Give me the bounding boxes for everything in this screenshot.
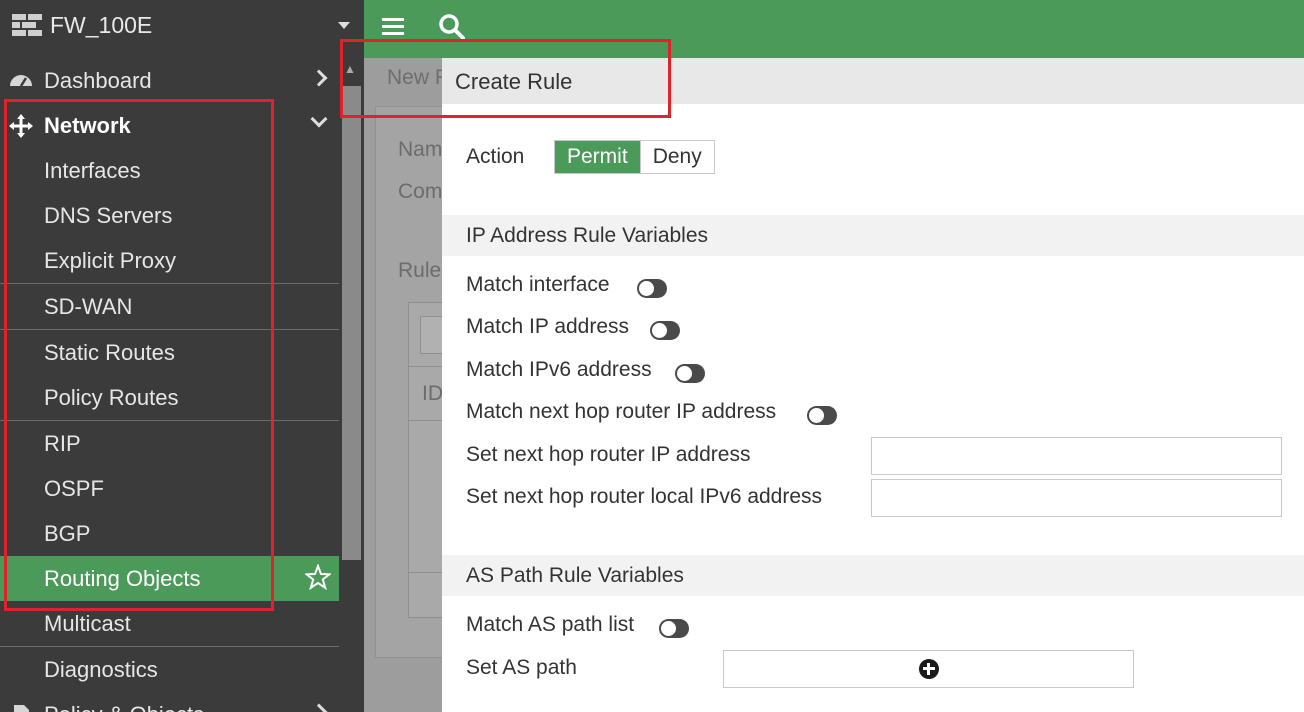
chevron-right-icon [310, 69, 328, 87]
sidebar-item-multicast[interactable]: Multicast [0, 601, 339, 646]
sidebar: FW_100E Dashboard Network Interfaces DNS… [0, 0, 364, 712]
match-ip-address-toggle[interactable] [650, 321, 680, 340]
background-create-button [420, 316, 444, 354]
sidebar-item-label: Static Routes [44, 339, 175, 365]
ip-section-title: IP Address Rule Variables [466, 224, 709, 247]
match-ip-address-label: Match IP address [466, 315, 630, 338]
sidebar-item-label: BGP [44, 520, 91, 546]
sidebar-item-rip[interactable]: RIP [0, 421, 339, 466]
dashboard-icon [10, 75, 32, 87]
match-as-path-list-label: Match AS path list [466, 613, 635, 636]
background-id-header: ID [422, 382, 443, 405]
sidebar-menu: FW_100E Dashboard Network Interfaces DNS… [0, 0, 364, 712]
set-next-hop-ip-input[interactable] [871, 437, 1282, 475]
match-next-hop-label: Match next hop router IP address [466, 400, 777, 423]
match-ipv6-address-toggle[interactable] [675, 364, 705, 383]
background-name-label: Nam [398, 138, 443, 161]
sidebar-item-dns-servers[interactable]: DNS Servers [0, 193, 339, 238]
match-as-path-list-toggle[interactable] [659, 619, 689, 638]
sidebar-item-label: Diagnostics [44, 656, 158, 682]
sidebar-item-explicit-proxy[interactable]: Explicit Proxy [0, 238, 339, 283]
set-next-hop-ipv6-label: Set next hop router local IPv6 address [466, 485, 823, 508]
match-interface-toggle[interactable] [637, 279, 667, 298]
set-as-path-add-field[interactable] [723, 650, 1134, 688]
set-next-hop-ip-label: Set next hop router IP address [466, 443, 751, 466]
device-menu-caret-icon[interactable] [338, 22, 350, 29]
sidebar-item-bgp[interactable]: BGP [0, 511, 339, 556]
set-as-path-label: Set AS path [466, 656, 577, 679]
network-move-icon [9, 114, 33, 138]
sidebar-item-routing-objects[interactable]: Routing Objects [0, 556, 339, 601]
sidebar-item-ospf[interactable]: OSPF [0, 466, 339, 511]
plus-circle-icon[interactable] [919, 659, 939, 679]
action-toggle-group: Permit Deny [554, 140, 715, 174]
sidebar-item-diagnostics[interactable]: Diagnostics [0, 647, 339, 692]
document-icon [14, 705, 29, 712]
match-ipv6-address-label: Match IPv6 address [466, 358, 652, 381]
sidebar-item-label: Interfaces [44, 157, 141, 183]
sidebar-item-network[interactable]: Network [0, 103, 339, 148]
permit-button[interactable]: Permit [555, 141, 640, 173]
search-icon[interactable] [438, 13, 466, 41]
sidebar-item-dashboard[interactable]: Dashboard [0, 58, 339, 103]
star-icon[interactable] [305, 564, 331, 590]
sidebar-item-policy-objects[interactable]: Policy & Objects [0, 692, 339, 712]
background-tab: New R [387, 66, 451, 89]
deny-button[interactable]: Deny [639, 141, 714, 173]
sidebar-item-label: Dashboard [44, 67, 152, 93]
device-header[interactable]: FW_100E [0, 0, 364, 52]
as-path-section-title: AS Path Rule Variables [466, 564, 684, 587]
sidebar-item-interfaces[interactable]: Interfaces [0, 148, 339, 193]
sidebar-item-label: Network [44, 112, 131, 138]
sidebar-item-label: DNS Servers [44, 202, 173, 228]
sidebar-item-label: Multicast [44, 610, 131, 636]
set-next-hop-ipv6-input[interactable] [871, 479, 1282, 517]
sidebar-item-label: RIP [44, 430, 81, 456]
sidebar-item-label: Routing Objects [44, 565, 201, 591]
action-label: Action [466, 145, 525, 168]
dialog-title: Create Rule [455, 69, 573, 94]
chevron-right-icon [310, 703, 328, 712]
firewall-icon [12, 14, 42, 36]
sidebar-scroll-thumb[interactable] [342, 86, 361, 560]
match-interface-label: Match interface [466, 273, 610, 296]
match-next-hop-toggle[interactable] [807, 406, 837, 425]
sidebar-item-label: OSPF [44, 475, 104, 501]
sidebar-item-sd-wan[interactable]: SD-WAN [0, 284, 339, 329]
scroll-up-arrow-icon[interactable]: ▲ [344, 62, 356, 76]
sidebar-item-label: Explicit Proxy [44, 247, 177, 273]
hamburger-menu-icon[interactable] [382, 18, 404, 36]
sidebar-item-label: Policy & Objects [44, 702, 204, 712]
background-rules-label: Rule [398, 259, 442, 282]
background-comments-label: Com [398, 180, 443, 203]
sidebar-item-policy-routes[interactable]: Policy Routes [0, 375, 339, 420]
top-bar [364, 0, 1304, 58]
chevron-down-icon [310, 110, 328, 128]
sidebar-item-label: Policy Routes [44, 384, 179, 410]
sidebar-item-label: SD-WAN [44, 293, 133, 319]
device-name: FW_100E [50, 12, 153, 38]
sidebar-item-static-routes[interactable]: Static Routes [0, 330, 339, 375]
